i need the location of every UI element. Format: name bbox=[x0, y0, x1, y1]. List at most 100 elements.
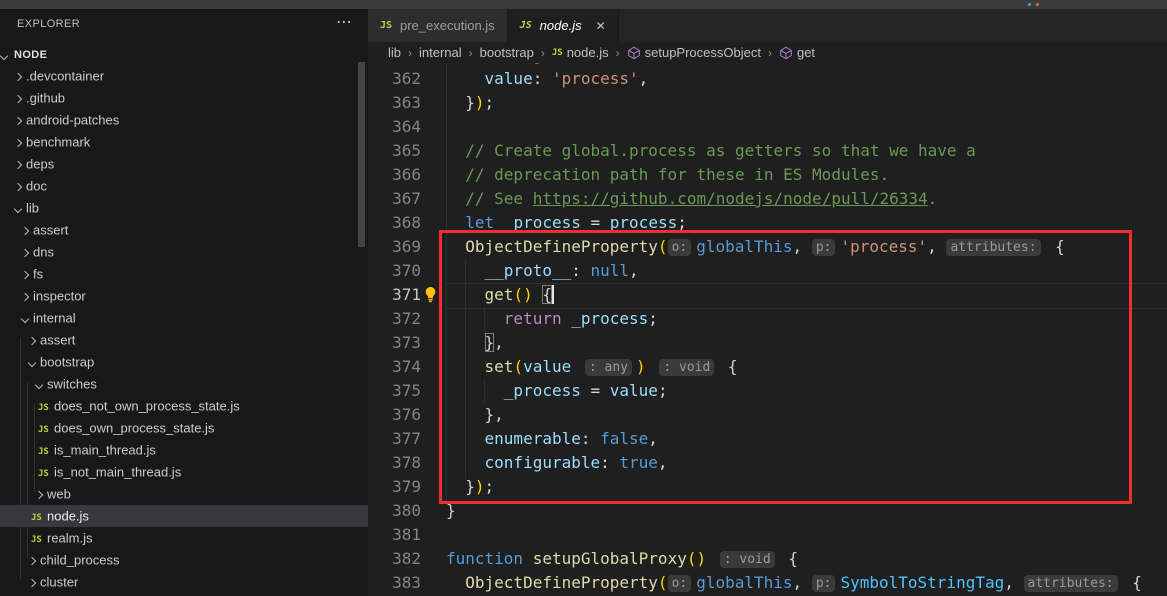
tree-item-child-process[interactable]: child_process bbox=[0, 549, 368, 571]
code-line-382[interactable]: 382function setupGlobalProxy() : void { bbox=[368, 547, 1167, 571]
code-line-377[interactable]: 377 enumerable: false, bbox=[368, 427, 1167, 451]
code-line-362[interactable]: 362 value: 'process', bbox=[368, 67, 1167, 91]
explorer-title: EXPLORER bbox=[17, 18, 80, 30]
chevron-right-icon[interactable] bbox=[10, 131, 26, 153]
tree-item-dns[interactable]: dns bbox=[0, 241, 368, 263]
vscode-window: EXPLORER ⋯ NODE .devcontainer.githubandr… bbox=[0, 0, 1167, 596]
tree-item-deps[interactable]: deps bbox=[0, 153, 368, 175]
code-line-376[interactable]: 376 }, bbox=[368, 403, 1167, 427]
tree-item-doc[interactable]: doc bbox=[0, 175, 368, 197]
tree-item-fs[interactable]: fs bbox=[0, 263, 368, 285]
chevron-right-icon[interactable] bbox=[10, 109, 26, 131]
tab-node-js[interactable]: JSnode.js✕ bbox=[508, 9, 619, 42]
tree-item-does-own-process-state-js[interactable]: JSdoes_own_process_state.js bbox=[0, 417, 368, 439]
code-line-366[interactable]: 366 // deprecation path for these in ES … bbox=[368, 163, 1167, 187]
code-line-380[interactable]: 380} bbox=[368, 499, 1167, 523]
js-file-icon: JS bbox=[380, 20, 400, 31]
chevron-right-icon[interactable] bbox=[31, 483, 47, 505]
chevron-down-icon[interactable] bbox=[31, 373, 47, 395]
explorer-more-actions-icon[interactable]: ⋯ bbox=[336, 12, 352, 32]
chevron-right-icon[interactable] bbox=[10, 175, 26, 197]
code-line-365[interactable]: 365 // Create global.process as getters … bbox=[368, 139, 1167, 163]
chevron-right-icon[interactable] bbox=[17, 219, 33, 241]
workspace-section-header[interactable]: NODE bbox=[0, 45, 368, 67]
tab-label: pre_execution.js bbox=[400, 18, 495, 33]
tree-item-lib[interactable]: lib bbox=[0, 197, 368, 219]
tree-item-node-js[interactable]: JSnode.js bbox=[0, 505, 368, 527]
breadcrumb-label: internal bbox=[419, 45, 462, 60]
tree-item-benchmark[interactable]: benchmark bbox=[0, 131, 368, 153]
chevron-right-icon[interactable] bbox=[17, 241, 33, 263]
chevron-down-icon[interactable] bbox=[24, 351, 40, 373]
code-token: ObjectDefineProperty bbox=[465, 573, 658, 592]
line-number: 383 bbox=[368, 571, 421, 595]
chevron-right-icon[interactable] bbox=[10, 65, 26, 87]
tree-item-assert[interactable]: assert bbox=[0, 329, 368, 351]
tree-item-web[interactable]: web bbox=[0, 483, 368, 505]
tree-item-does-not-own-process-state-js[interactable]: JSdoes_not_own_process_state.js bbox=[0, 395, 368, 417]
chevron-right-icon[interactable] bbox=[10, 87, 26, 109]
tree-item--github[interactable]: .github bbox=[0, 87, 368, 109]
close-icon[interactable]: ✕ bbox=[596, 19, 606, 33]
breadcrumb-item-get[interactable]: get bbox=[779, 45, 815, 60]
breadcrumb-item-internal[interactable]: internal bbox=[419, 45, 462, 60]
tree-item-internal[interactable]: internal bbox=[0, 307, 368, 329]
tree-item--devcontainer[interactable]: .devcontainer bbox=[0, 65, 368, 87]
code-line-379[interactable]: 379 }); bbox=[368, 475, 1167, 499]
line-number: 380 bbox=[368, 499, 421, 523]
code-line-364[interactable]: 364 bbox=[368, 115, 1167, 139]
chevron-down-icon[interactable] bbox=[10, 197, 26, 219]
code-line-381[interactable]: 381 bbox=[368, 523, 1167, 547]
glyph-margin bbox=[421, 427, 446, 451]
breadcrumb-item-bootstrap[interactable]: bootstrap bbox=[480, 45, 534, 60]
code-line-372[interactable]: 372 return _process; bbox=[368, 307, 1167, 331]
chevron-right-icon[interactable] bbox=[24, 549, 40, 571]
code-line-383[interactable]: 383 ObjectDefineProperty(o:globalThis, p… bbox=[368, 571, 1167, 595]
chevron-right-icon[interactable] bbox=[24, 329, 40, 351]
tree-item-assert[interactable]: assert bbox=[0, 219, 368, 241]
code-line-378[interactable]: 378 configurable: true, bbox=[368, 451, 1167, 475]
js-file-icon: JS bbox=[552, 48, 563, 58]
lightbulb-icon[interactable] bbox=[421, 283, 446, 307]
text-cursor bbox=[552, 285, 554, 304]
line-number: 367 bbox=[368, 187, 421, 211]
chevron-right-icon[interactable] bbox=[17, 263, 33, 285]
tree-item-is-not-main-thread-js[interactable]: JSis_not_main_thread.js bbox=[0, 461, 368, 483]
breadcrumb-item-setupprocessobject[interactable]: setupProcessObject bbox=[627, 45, 761, 60]
code-token: } bbox=[446, 93, 475, 112]
chevron-down-icon[interactable] bbox=[17, 307, 33, 329]
code-line-369[interactable]: 369 ObjectDefineProperty(o:globalThis, p… bbox=[368, 235, 1167, 259]
tree-item-label: web bbox=[47, 487, 71, 502]
tree-item-inspector[interactable]: inspector bbox=[0, 285, 368, 307]
code-token: , bbox=[927, 237, 946, 256]
glyph-margin bbox=[421, 235, 446, 259]
tree-item-bootstrap[interactable]: bootstrap bbox=[0, 351, 368, 373]
code-editor[interactable]: 361 configurable: false,362 value: 'proc… bbox=[368, 63, 1167, 596]
tree-item-android-patches[interactable]: android-patches bbox=[0, 109, 368, 131]
chevron-right-icon[interactable] bbox=[17, 285, 33, 307]
code-line-373[interactable]: 373 }, bbox=[368, 331, 1167, 355]
sidebar-scrollbar[interactable] bbox=[358, 62, 365, 247]
symbol-cube-icon bbox=[779, 46, 793, 60]
code-line-371[interactable]: 371 get() { bbox=[368, 283, 1167, 307]
tree-item-label: benchmark bbox=[26, 135, 90, 150]
glyph-margin bbox=[421, 91, 446, 115]
chevron-right-icon[interactable] bbox=[10, 153, 26, 175]
code-line-367[interactable]: 367 // See https://github.com/nodejs/nod… bbox=[368, 187, 1167, 211]
tree-item-cluster[interactable]: cluster bbox=[0, 571, 368, 593]
code-line-374[interactable]: 374 set(value : any) : void { bbox=[368, 355, 1167, 379]
code-line-370[interactable]: 370 __proto__: null, bbox=[368, 259, 1167, 283]
breadcrumb-item-node-js[interactable]: JSnode.js bbox=[552, 45, 609, 60]
code-line-363[interactable]: 363 }); bbox=[368, 91, 1167, 115]
tree-item-realm-js[interactable]: JSrealm.js bbox=[0, 527, 368, 549]
code-line-375[interactable]: 375 _process = value; bbox=[368, 379, 1167, 403]
bracket-match: } bbox=[485, 333, 495, 352]
line-number: 363 bbox=[368, 91, 421, 115]
tree-item-is-main-thread-js[interactable]: JSis_main_thread.js bbox=[0, 439, 368, 461]
tree-item-switches[interactable]: switches bbox=[0, 373, 368, 395]
code-line-368[interactable]: 368 let _process = process; bbox=[368, 211, 1167, 235]
tab-pre-execution-js[interactable]: JSpre_execution.js bbox=[368, 9, 508, 42]
breadcrumb-item-lib[interactable]: lib bbox=[388, 45, 401, 60]
line-number: 368 bbox=[368, 211, 421, 235]
chevron-right-icon[interactable] bbox=[24, 571, 40, 593]
